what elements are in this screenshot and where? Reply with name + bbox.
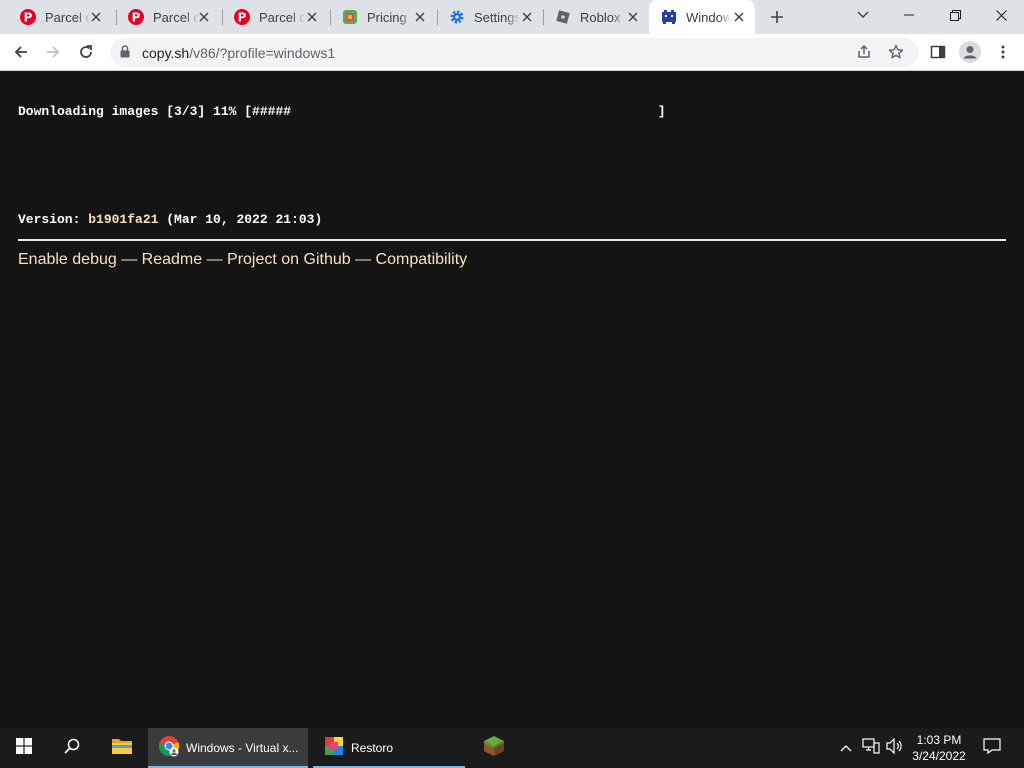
folder-icon	[111, 737, 133, 760]
page-content: Downloading images [3/3] 11% [##### ] Ve…	[0, 71, 1024, 728]
chrome-icon	[158, 735, 180, 762]
tab-settings[interactable]: Settings	[437, 0, 543, 34]
link-separator: —	[116, 251, 142, 268]
link-separator: —	[350, 251, 376, 268]
clock-time: 1:03 PM	[916, 733, 962, 747]
browser-toolbar: copy.sh/v86/?profile=windows1	[0, 34, 1024, 71]
show-hidden-icons-button[interactable]	[836, 728, 856, 768]
tab-search-button[interactable]	[840, 0, 886, 30]
version-date: (Mar 10, 2022 21:03)	[158, 212, 323, 227]
link-separator: —	[202, 251, 228, 268]
speaker-icon	[886, 737, 904, 759]
tab-title: Pricing	[367, 9, 407, 25]
taskbar-app-minecraft[interactable]	[470, 728, 518, 768]
close-icon[interactable]	[731, 9, 747, 25]
action-center-button[interactable]	[976, 728, 1008, 768]
close-icon[interactable]	[519, 9, 535, 25]
close-icon[interactable]	[88, 9, 104, 25]
pricing-app-icon	[342, 9, 358, 25]
forward-button[interactable]	[40, 39, 66, 65]
taskbar-search-button[interactable]	[48, 728, 96, 768]
chevron-up-icon	[840, 739, 852, 757]
url-text[interactable]: copy.sh/v86/?profile=windows1	[142, 45, 335, 61]
address-bar[interactable]: copy.sh/v86/?profile=windows1	[110, 38, 918, 67]
tab-roblox[interactable]: Roblox	[543, 0, 649, 34]
tab-parcel-3[interactable]: P Parcel d	[222, 0, 328, 34]
close-icon[interactable]	[304, 9, 320, 25]
download-progress-text: Downloading images [3/3] 11% [##### ]	[18, 104, 666, 119]
browser-menu-button[interactable]	[990, 39, 1016, 65]
network-icon	[862, 737, 880, 759]
windows-logo-icon	[16, 737, 32, 759]
pinterest-icon: P	[128, 9, 144, 25]
compatibility-link[interactable]: Compatibility	[376, 251, 468, 268]
close-icon[interactable]	[625, 9, 641, 25]
footer-links: Enable debug — Readme — Project on Githu…	[18, 251, 467, 269]
taskbar-app-label: Windows - Virtual x...	[186, 741, 299, 755]
roblox-icon	[555, 9, 571, 25]
tab-windows-active[interactable]: Window	[649, 0, 755, 34]
close-icon[interactable]	[196, 9, 212, 25]
svg-text:P: P	[238, 11, 247, 25]
network-button[interactable]	[860, 728, 882, 768]
lock-icon[interactable]	[120, 45, 130, 63]
version-hash-link[interactable]: b1901fa21	[88, 212, 158, 227]
tab-parcel-1[interactable]: P Parcel d	[8, 0, 112, 34]
tab-title: Settings	[474, 9, 520, 25]
pinterest-icon: P	[234, 9, 250, 25]
volume-button[interactable]	[884, 728, 906, 768]
close-window-button[interactable]	[978, 0, 1024, 30]
github-link[interactable]: Project on Github	[227, 251, 351, 268]
tab-title: Parcel d	[153, 9, 199, 25]
profile-avatar[interactable]	[957, 39, 983, 65]
v86-icon	[661, 9, 677, 25]
reload-button[interactable]	[73, 39, 99, 65]
tab-strip: P Parcel d P Parcel d P Parcel d Pricing…	[0, 0, 1024, 34]
svg-text:P: P	[24, 11, 33, 25]
notification-icon	[983, 737, 1001, 759]
version-label: Version:	[18, 212, 89, 227]
close-icon[interactable]	[412, 9, 428, 25]
taskbar-app-chrome[interactable]: Windows - Virtual x...	[148, 728, 308, 768]
windows-taskbar: Windows - Virtual x... Restoro 1:03 PM 3…	[0, 728, 1024, 768]
search-icon	[64, 738, 80, 759]
file-explorer-button[interactable]	[98, 728, 146, 768]
bookmark-star-icon[interactable]	[888, 44, 904, 65]
share-icon[interactable]	[856, 44, 872, 65]
clock-date: 3/24/2022	[912, 749, 966, 763]
tab-title: Roblox	[580, 9, 621, 25]
minimize-button[interactable]	[886, 0, 932, 30]
system-clock[interactable]: 1:03 PM 3/24/2022	[904, 732, 974, 764]
url-host: copy.sh	[142, 45, 190, 61]
start-button[interactable]	[0, 728, 48, 768]
taskbar-app-label: Restoro	[351, 741, 394, 755]
tab-title: Parcel d	[45, 9, 91, 25]
pinterest-icon: P	[20, 9, 36, 25]
restoro-icon	[323, 735, 345, 762]
tab-parcel-2[interactable]: P Parcel d	[116, 0, 220, 34]
enable-debug-link[interactable]: Enable debug	[18, 251, 117, 268]
tab-title: Parcel d	[259, 9, 305, 25]
restore-button[interactable]	[932, 0, 978, 30]
side-panel-button[interactable]	[925, 39, 951, 65]
back-button[interactable]	[8, 39, 34, 65]
taskbar-app-restoro[interactable]: Restoro	[313, 728, 465, 768]
divider	[18, 239, 1006, 241]
new-tab-button[interactable]	[766, 6, 788, 28]
readme-link[interactable]: Readme	[142, 251, 202, 268]
url-path: /v86/?profile=windows1	[189, 45, 336, 61]
tab-pricing[interactable]: Pricing	[330, 0, 436, 34]
gear-icon	[449, 9, 465, 25]
tab-title: Window	[686, 9, 732, 25]
minecraft-grass-block-icon	[482, 734, 506, 763]
svg-text:P: P	[132, 11, 141, 25]
version-line: Version: b1901fa21 (Mar 10, 2022 21:03)	[18, 212, 322, 227]
